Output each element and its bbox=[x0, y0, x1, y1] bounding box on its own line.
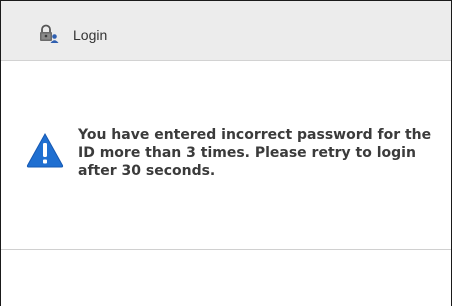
lock-user-icon bbox=[38, 24, 60, 44]
warning-icon bbox=[26, 132, 64, 168]
dialog-title: Login bbox=[73, 27, 108, 43]
error-message: You have entered incorrect password for … bbox=[78, 127, 432, 179]
login-dialog: Login You have entered incorrect passwor… bbox=[0, 0, 452, 306]
dialog-titlebar: Login bbox=[1, 1, 451, 61]
dialog-body: You have entered incorrect password for … bbox=[1, 61, 451, 249]
dialog-footer bbox=[1, 250, 451, 306]
